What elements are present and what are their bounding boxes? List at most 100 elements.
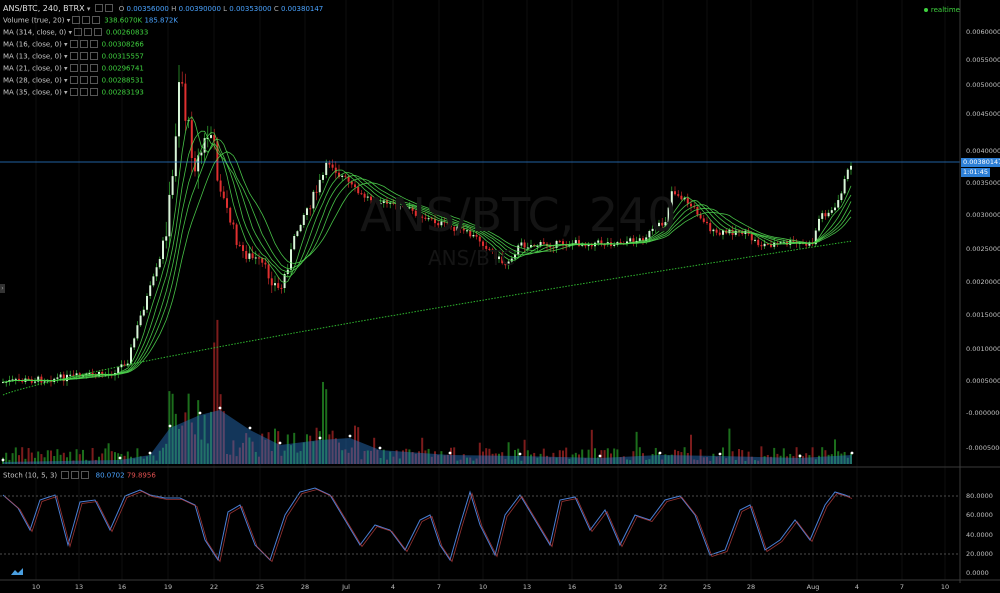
- price-tick-label: 0.00500000: [966, 81, 1000, 89]
- chevron-down-icon[interactable]: ▾: [64, 41, 68, 49]
- candle-body: [37, 376, 40, 382]
- eye-icon[interactable]: [69, 87, 78, 96]
- close-icon[interactable]: [104, 4, 113, 13]
- eye-icon[interactable]: [74, 27, 83, 36]
- close-label: C: [273, 5, 279, 13]
- candle-body: [69, 374, 72, 376]
- low-label: L: [223, 5, 228, 13]
- candle-body: [277, 283, 280, 288]
- legend-row-ma-13[interactable]: MA (13, close, 0) ▾ 0.00315557: [3, 51, 178, 63]
- chevron-down-icon[interactable]: ▾: [67, 17, 71, 25]
- candle-body: [840, 193, 843, 201]
- eye-icon[interactable]: [69, 39, 78, 48]
- volume-dot: [278, 441, 282, 445]
- candle-body: [242, 245, 244, 251]
- close-icon[interactable]: [89, 51, 98, 60]
- indicator-name: MA (16, close, 0): [3, 40, 62, 49]
- candle-body: [526, 247, 529, 249]
- price-tick-label: -0.00000000: [966, 409, 1000, 417]
- volume-dot: [598, 454, 602, 458]
- settings-icon[interactable]: [94, 4, 103, 13]
- volume-dot: [348, 434, 352, 438]
- settings-icon[interactable]: [79, 63, 88, 72]
- settings-icon[interactable]: [79, 75, 88, 84]
- tradingview-logo-icon[interactable]: [10, 567, 24, 576]
- indicator-name: MA (21, close, 0): [3, 64, 62, 73]
- settings-icon[interactable]: [79, 51, 88, 60]
- chevron-down-icon[interactable]: ▾: [64, 76, 68, 84]
- legend-row-ma-314[interactable]: MA (314, close, 0) ▾ 0.00260833: [3, 27, 178, 39]
- candle-body: [341, 175, 344, 177]
- time-tick-label: Jul: [342, 583, 350, 591]
- candle-body: [722, 230, 724, 235]
- candle-body: [354, 184, 356, 188]
- legend-row-ma-28[interactable]: MA (28, close, 0) ▾ 0.00288531: [3, 75, 178, 87]
- realtime-label: realtime: [930, 6, 960, 14]
- stoch-tick-label: 80.0000: [966, 492, 993, 500]
- legend-row-volume[interactable]: Volume (true, 20) ▾ 338.6070K 185.872K: [3, 15, 178, 27]
- eye-icon[interactable]: [61, 471, 70, 479]
- high-value: 0.00390000: [178, 5, 221, 13]
- volume-dot: [798, 454, 802, 458]
- indicator-name: MA (35, close, 0): [3, 88, 62, 97]
- candle-body: [40, 376, 43, 383]
- indicator-name: Volume (true, 20): [3, 16, 65, 25]
- candle-body: [149, 285, 152, 296]
- candle-body: [248, 253, 251, 259]
- candle-body: [690, 203, 692, 207]
- candle-body: [309, 208, 312, 210]
- volume-dot: [218, 406, 222, 410]
- settings-icon[interactable]: [79, 39, 88, 48]
- candle-body: [14, 378, 17, 380]
- candle-body: [315, 191, 318, 193]
- chevron-down-icon[interactable]: ▾: [64, 88, 68, 96]
- volume-dot: [378, 446, 382, 450]
- legend-row-ma-21[interactable]: MA (21, close, 0) ▾ 0.00296741: [3, 63, 178, 75]
- settings-icon[interactable]: [84, 27, 93, 36]
- legend-buttons: [72, 15, 102, 26]
- close-icon[interactable]: [81, 471, 90, 479]
- close-icon[interactable]: [89, 63, 98, 72]
- chevron-down-icon[interactable]: ▾: [64, 53, 68, 61]
- eye-icon[interactable]: [72, 16, 81, 24]
- status-dot-icon: [923, 8, 928, 12]
- open-label: O: [118, 5, 125, 13]
- candle-body: [155, 267, 158, 277]
- indicator-value: 0.00296741: [101, 64, 144, 73]
- eye-icon[interactable]: [69, 75, 78, 84]
- time-tick-label: 22: [209, 583, 219, 591]
- close-icon[interactable]: [89, 87, 98, 96]
- close-icon[interactable]: [94, 27, 103, 36]
- settings-icon[interactable]: [71, 471, 80, 479]
- chevron-down-icon[interactable]: ▾: [64, 64, 68, 72]
- moving-average-line: [3, 138, 852, 383]
- close-icon[interactable]: [89, 75, 98, 84]
- candle-body: [824, 213, 827, 217]
- legend-buttons: [69, 63, 100, 74]
- close-icon[interactable]: [92, 16, 101, 24]
- volume-dot: [148, 451, 152, 455]
- legend-row-ma-35[interactable]: MA (35, close, 0) ▾ 0.00283193: [3, 87, 178, 99]
- chevron-right-icon[interactable]: ›: [0, 284, 5, 293]
- volume-dot: [168, 424, 172, 428]
- candle-body: [139, 315, 142, 326]
- symbol-title[interactable]: ANS/BTC, 240, BTRX: [3, 4, 85, 13]
- close-value: 0.00380147: [280, 5, 324, 13]
- eye-icon[interactable]: [69, 51, 78, 60]
- candle-body: [59, 374, 62, 378]
- chevron-down-icon[interactable]: ▾: [87, 5, 91, 13]
- volume-dot: [518, 452, 522, 456]
- candle-body: [331, 164, 334, 168]
- close-icon[interactable]: [89, 39, 98, 48]
- eye-icon[interactable]: [69, 63, 78, 72]
- volume-dot: [198, 411, 202, 415]
- candle-body: [328, 162, 331, 165]
- chevron-down-icon[interactable]: ▾: [69, 29, 73, 37]
- candle-body: [677, 194, 680, 196]
- candle-body: [222, 191, 225, 199]
- time-tick-label: 16: [567, 583, 577, 591]
- stoch-legend[interactable]: Stoch (10, 5, 3) 80.0702 79.8956: [3, 470, 156, 482]
- settings-icon[interactable]: [82, 16, 91, 24]
- settings-icon[interactable]: [79, 87, 88, 96]
- legend-row-ma-16[interactable]: MA (16, close, 0) ▾ 0.00308266: [3, 39, 178, 51]
